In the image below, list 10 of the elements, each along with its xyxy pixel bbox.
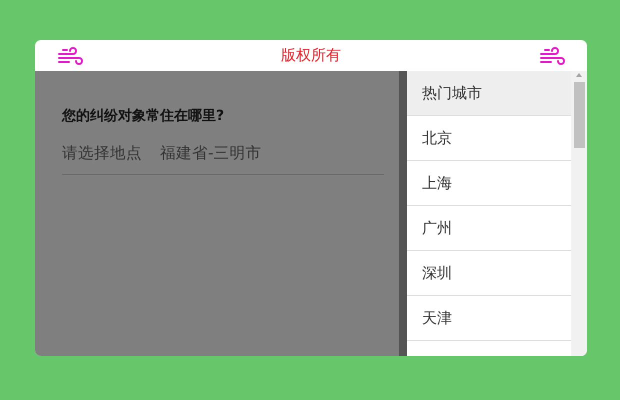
field-label: 请选择地点	[62, 143, 142, 164]
question-text: 您的纠纷对象常住在哪里?	[62, 107, 226, 125]
wind-icon[interactable]	[57, 46, 83, 66]
scrollbar[interactable]	[571, 71, 587, 356]
scroll-up-icon[interactable]	[575, 71, 583, 79]
wind-icon[interactable]	[539, 46, 565, 66]
header-title: 版权所有	[281, 46, 341, 65]
scrollbar-thumb[interactable]	[574, 82, 584, 148]
field-value: 福建省-三明市	[160, 143, 262, 164]
section-header: 热门城市	[407, 71, 571, 116]
